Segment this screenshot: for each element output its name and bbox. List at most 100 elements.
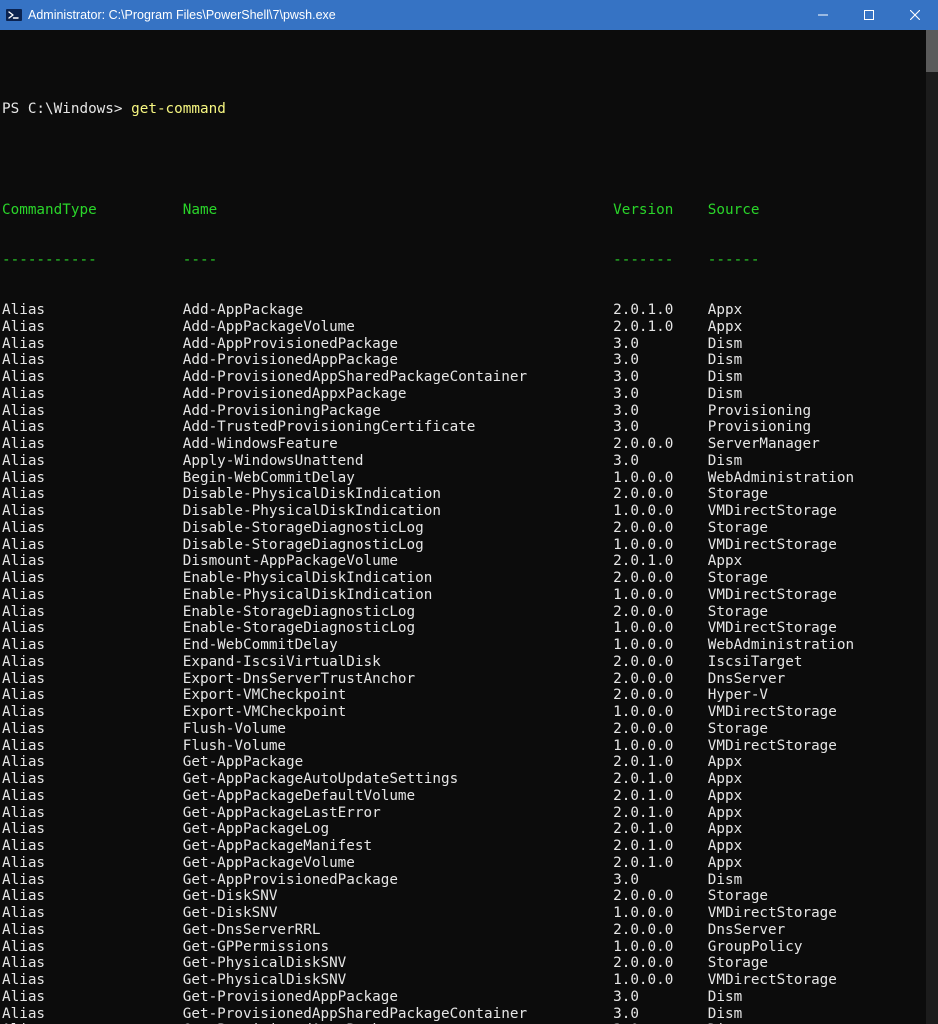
cell-name: Get-ProvisionedAppPackage (183, 989, 613, 1006)
table-row: AliasEnable-StorageDiagnosticLog2.0.0.0S… (2, 604, 938, 621)
cell-name: Add-ProvisionedAppxPackage (183, 386, 613, 403)
cell-source: VMDirectStorage (708, 972, 837, 989)
cell-version: 2.0.1.0 (613, 805, 708, 822)
table-row: AliasGet-AppPackageLog2.0.1.0Appx (2, 821, 938, 838)
cell-version: 3.0 (613, 872, 708, 889)
cell-source: Storage (708, 520, 768, 537)
cell-name: Get-AppPackage (183, 754, 613, 771)
maximize-button[interactable] (846, 0, 892, 30)
cell-commandtype: Alias (2, 587, 183, 604)
cell-commandtype: Alias (2, 336, 183, 353)
cell-commandtype: Alias (2, 888, 183, 905)
cell-commandtype: Alias (2, 352, 183, 369)
cell-version: 2.0.0.0 (613, 570, 708, 587)
cell-commandtype: Alias (2, 470, 183, 487)
terminal[interactable]: PS C:\Windows> get-command CommandTypeNa… (0, 30, 938, 1024)
cell-commandtype: Alias (2, 838, 183, 855)
cell-version: 1.0.0.0 (613, 620, 708, 637)
window-title: Administrator: C:\Program Files\PowerShe… (28, 8, 336, 22)
cell-commandtype: Alias (2, 620, 183, 637)
header-version: Version (613, 202, 708, 219)
table-row: AliasGet-ProvisionedAppPackage3.0Dism (2, 989, 938, 1006)
scrollbar-track[interactable] (926, 30, 938, 1024)
cell-name: Begin-WebCommitDelay (183, 470, 613, 487)
scrollbar-thumb[interactable] (926, 30, 938, 72)
table-row: AliasFlush-Volume1.0.0.0VMDirectStorage (2, 738, 938, 755)
table-row: AliasAdd-ProvisionedAppxPackage3.0Dism (2, 386, 938, 403)
minimize-button[interactable] (800, 0, 846, 30)
cell-source: VMDirectStorage (708, 905, 837, 922)
table-row: AliasAdd-WindowsFeature2.0.0.0ServerMana… (2, 436, 938, 453)
cell-name: Disable-StorageDiagnosticLog (183, 537, 613, 554)
cell-source: Dism (708, 352, 742, 369)
table-row: AliasBegin-WebCommitDelay1.0.0.0WebAdmin… (2, 470, 938, 487)
cell-commandtype: Alias (2, 738, 183, 755)
cell-version: 2.0.1.0 (613, 788, 708, 805)
table-row: AliasAdd-ProvisioningPackage3.0Provision… (2, 403, 938, 420)
table-row: AliasExpand-IscsiVirtualDisk2.0.0.0Iscsi… (2, 654, 938, 671)
cell-source: VMDirectStorage (708, 704, 837, 721)
rows-container: AliasAdd-AppPackage2.0.1.0AppxAliasAdd-A… (2, 302, 938, 1024)
cell-version: 2.0.0.0 (613, 604, 708, 621)
cell-source: Appx (708, 805, 742, 822)
titlebar[interactable]: Administrator: C:\Program Files\PowerShe… (0, 0, 938, 30)
cell-commandtype: Alias (2, 1006, 183, 1023)
cell-name: Get-AppPackageDefaultVolume (183, 788, 613, 805)
table-row: AliasExport-VMCheckpoint1.0.0.0VMDirectS… (2, 704, 938, 721)
table-row: AliasEnd-WebCommitDelay1.0.0.0WebAdminis… (2, 637, 938, 654)
cell-name: Flush-Volume (183, 738, 613, 755)
cell-source: Dism (708, 336, 742, 353)
prompt-prefix: PS C:\Windows> (2, 101, 131, 117)
cell-source: Appx (708, 302, 742, 319)
cell-version: 1.0.0.0 (613, 972, 708, 989)
table-row: AliasGet-AppPackageLastError2.0.1.0Appx (2, 805, 938, 822)
cell-version: 3.0 (613, 386, 708, 403)
cell-version: 2.0.1.0 (613, 319, 708, 336)
cell-version: 1.0.0.0 (613, 503, 708, 520)
cell-source: Storage (708, 888, 768, 905)
cell-commandtype: Alias (2, 570, 183, 587)
table-row: AliasGet-PhysicalDiskSNV1.0.0.0VMDirectS… (2, 972, 938, 989)
cell-name: Get-PhysicalDiskSNV (183, 972, 613, 989)
cell-name: Enable-StorageDiagnosticLog (183, 604, 613, 621)
cell-source: Dism (708, 453, 742, 470)
table-row: AliasGet-AppPackageManifest2.0.1.0Appx (2, 838, 938, 855)
close-button[interactable] (892, 0, 938, 30)
cell-source: DnsServer (708, 671, 785, 688)
cell-version: 2.0.0.0 (613, 520, 708, 537)
table-row: AliasEnable-StorageDiagnosticLog1.0.0.0V… (2, 620, 938, 637)
table-row: AliasGet-ProvisionedAppSharedPackageCont… (2, 1006, 938, 1023)
cell-version: 2.0.0.0 (613, 955, 708, 972)
cell-commandtype: Alias (2, 503, 183, 520)
table-row: AliasGet-DiskSNV1.0.0.0VMDirectStorage (2, 905, 938, 922)
cell-source: Storage (708, 570, 768, 587)
table-row: AliasAdd-AppPackageVolume2.0.1.0Appx (2, 319, 938, 336)
cell-commandtype: Alias (2, 537, 183, 554)
cell-version: 2.0.0.0 (613, 671, 708, 688)
titlebar-left: Administrator: C:\Program Files\PowerShe… (6, 7, 336, 23)
cell-name: Get-PhysicalDiskSNV (183, 955, 613, 972)
cell-commandtype: Alias (2, 872, 183, 889)
cell-name: Apply-WindowsUnattend (183, 453, 613, 470)
table-row: AliasDisable-StorageDiagnosticLog2.0.0.0… (2, 520, 938, 537)
cell-commandtype: Alias (2, 453, 183, 470)
cell-source: Dism (708, 872, 742, 889)
cell-name: Expand-IscsiVirtualDisk (183, 654, 613, 671)
table-row: AliasGet-AppPackageDefaultVolume2.0.1.0A… (2, 788, 938, 805)
cell-version: 3.0 (613, 419, 708, 436)
cell-source: Hyper-V (708, 687, 768, 704)
cell-version: 2.0.0.0 (613, 888, 708, 905)
cell-source: Storage (708, 486, 768, 503)
cell-commandtype: Alias (2, 788, 183, 805)
cell-name: Add-AppProvisionedPackage (183, 336, 613, 353)
cell-version: 2.0.1.0 (613, 754, 708, 771)
cell-version: 1.0.0.0 (613, 939, 708, 956)
header-source: Source (708, 202, 760, 219)
cell-name: Export-VMCheckpoint (183, 704, 613, 721)
cell-commandtype: Alias (2, 436, 183, 453)
cell-name: End-WebCommitDelay (183, 637, 613, 654)
cell-commandtype: Alias (2, 486, 183, 503)
cell-commandtype: Alias (2, 972, 183, 989)
cell-source: Dism (708, 386, 742, 403)
cell-version: 3.0 (613, 369, 708, 386)
